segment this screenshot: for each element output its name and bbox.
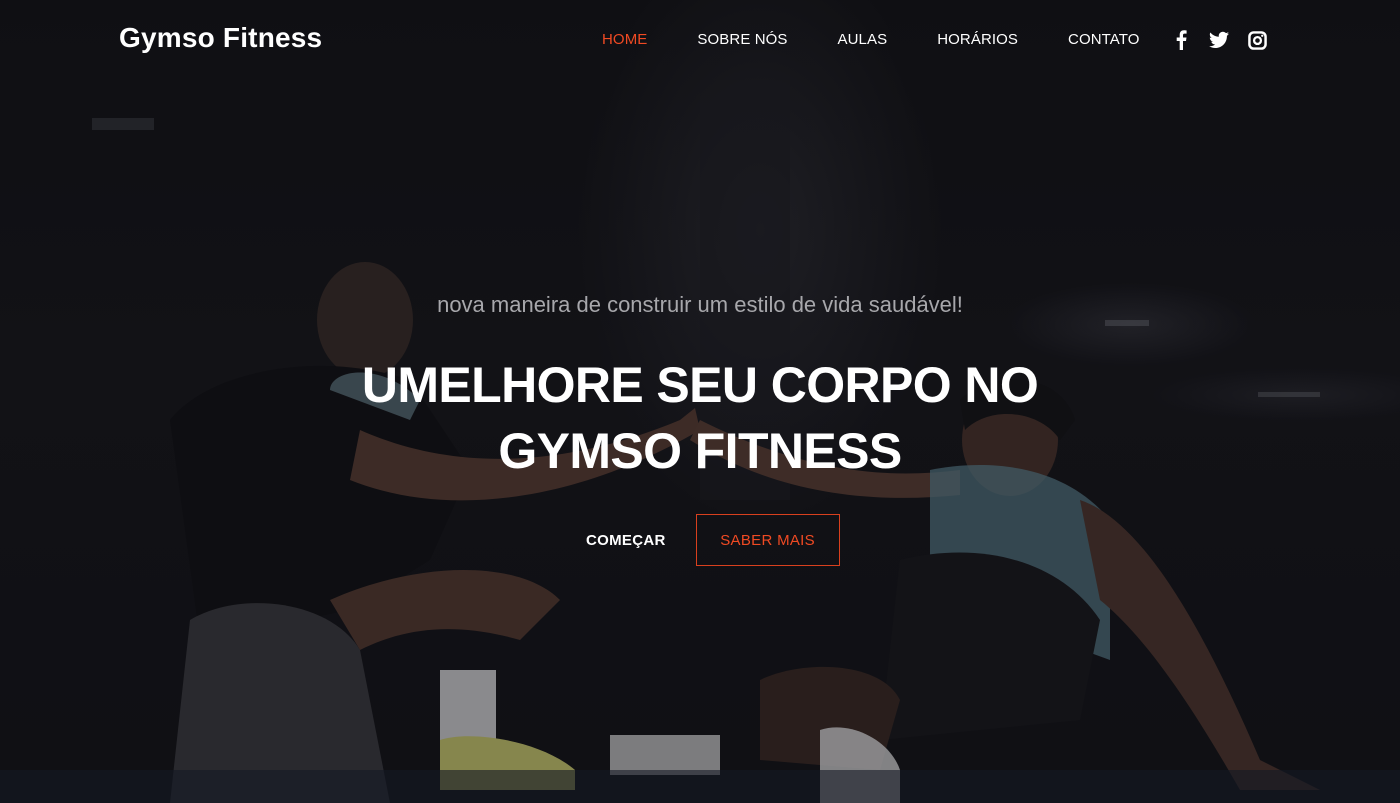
hero-subtitle: nova maneira de construir um estilo de v… [437,292,963,317]
hero-title: UMELHORE SEU CORPO NO GYMSO FITNESS [361,357,1039,479]
saber-mais-button[interactable]: SABER MAIS [695,514,840,566]
nav-item-contato[interactable]: CONTATO [1068,31,1140,48]
navbar: Gymso Fitness HOME SOBRE NÓS AULAS HORÁR… [0,0,1400,80]
social-links [1171,30,1285,50]
twitter-icon[interactable] [1209,30,1229,50]
brand-logo[interactable]: Gymso Fitness [119,22,322,54]
nav-links: HOME SOBRE NÓS AULAS HORÁRIOS CONTATO [602,31,1190,48]
instagram-icon[interactable] [1247,30,1267,50]
comecar-button[interactable]: COMEÇAR [586,532,666,549]
nav-item-aulas[interactable]: AULAS [838,31,888,48]
nav-item-horarios[interactable]: HORÁRIOS [937,31,1018,48]
nav-item-sobre-nos[interactable]: SOBRE NÓS [697,31,787,48]
hero-cta-row: COMEÇAR SABER MAIS [560,514,840,566]
nav-item-home[interactable]: HOME [602,31,647,48]
facebook-icon[interactable] [1171,30,1191,50]
